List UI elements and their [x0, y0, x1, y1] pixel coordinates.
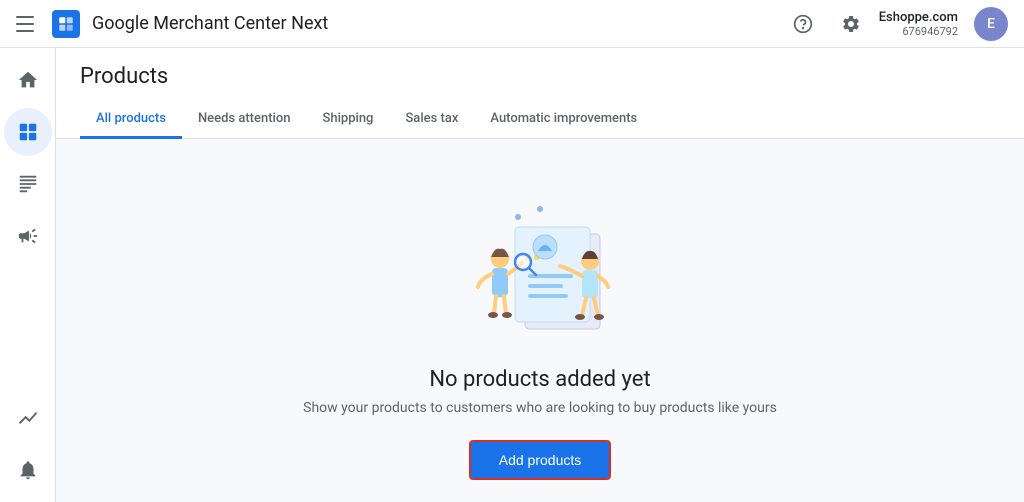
account-name: Eshoppe.com [879, 10, 958, 25]
tabs: All products Needs attention Shipping Sa… [80, 101, 1000, 138]
tab-needs-attention[interactable]: Needs attention [182, 101, 307, 139]
empty-state-title: No products added yet [429, 367, 650, 392]
sidebar-item-notifications[interactable] [4, 446, 52, 494]
empty-state-illustration [430, 179, 650, 343]
avatar[interactable]: E [974, 7, 1008, 41]
tab-automatic-improvements[interactable]: Automatic improvements [474, 101, 653, 139]
help-button[interactable] [783, 4, 823, 44]
page-title: Products [80, 64, 1000, 89]
settings-button[interactable] [831, 4, 871, 44]
sidebar [0, 48, 56, 502]
sidebar-bottom [4, 394, 52, 502]
app-logo [52, 10, 80, 38]
account-id: 676946792 [902, 25, 958, 38]
topbar: Google Merchant Center Next Eshoppe.com … [0, 0, 1024, 48]
menu-icon[interactable] [16, 12, 40, 36]
page-header: Products All products Needs attention Sh… [56, 48, 1024, 139]
topbar-left: Google Merchant Center Next [16, 10, 328, 38]
content-area: No products added yet Show your products… [56, 139, 1024, 502]
app-title: Google Merchant Center Next [92, 13, 328, 34]
sidebar-item-marketing[interactable] [4, 212, 52, 260]
empty-state-subtitle: Show your products to customers who are … [303, 400, 777, 416]
add-products-button[interactable]: Add products [469, 440, 612, 480]
sidebar-item-home[interactable] [4, 56, 52, 104]
account-info: Eshoppe.com 676946792 [879, 10, 958, 38]
tab-shipping[interactable]: Shipping [306, 101, 389, 139]
tab-all-products[interactable]: All products [80, 101, 182, 139]
sidebar-item-products[interactable] [4, 108, 52, 156]
sidebar-item-analytics[interactable] [4, 394, 52, 442]
topbar-right: Eshoppe.com 676946792 E [783, 4, 1008, 44]
sidebar-item-reports[interactable] [4, 160, 52, 208]
main-content: Products All products Needs attention Sh… [56, 48, 1024, 502]
tab-sales-tax[interactable]: Sales tax [389, 101, 474, 139]
layout: Products All products Needs attention Sh… [0, 48, 1024, 502]
